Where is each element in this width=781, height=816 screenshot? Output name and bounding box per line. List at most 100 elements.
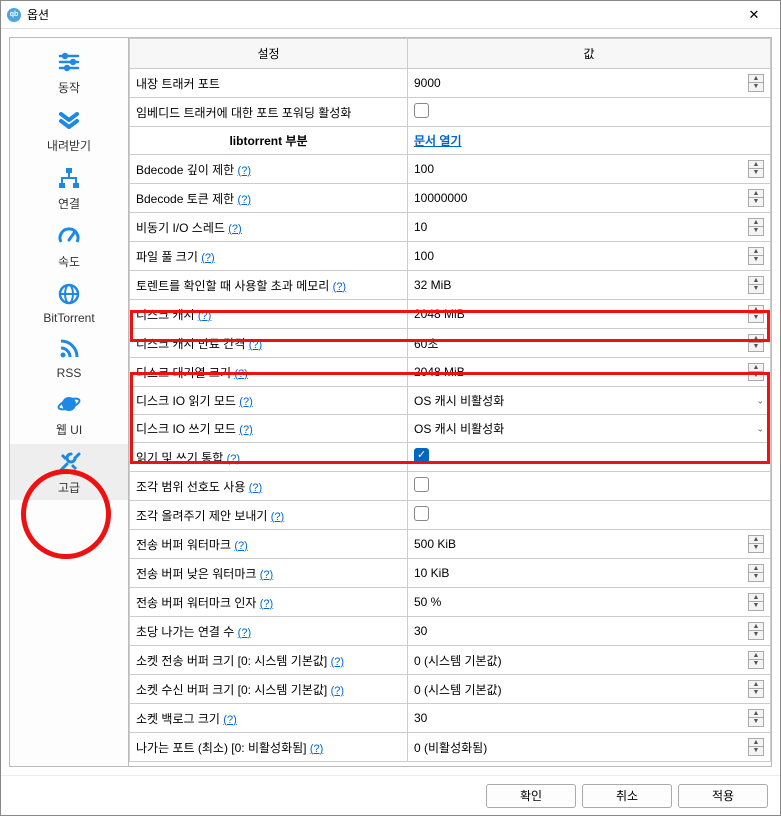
value-text[interactable]: 30 (414, 711, 427, 725)
help-link[interactable]: (?) (239, 424, 252, 436)
spinner-buttons[interactable]: ▲▼ (748, 535, 764, 553)
help-link[interactable]: (?) (201, 252, 214, 264)
help-link[interactable]: (?) (260, 598, 273, 610)
value-text[interactable]: 9000 (414, 76, 441, 90)
help-link[interactable]: (?) (333, 281, 346, 293)
setting-label: 전송 버퍼 워터마크 인자 (?) (130, 588, 408, 617)
value-text[interactable]: 60초 (414, 335, 438, 352)
spinner-buttons[interactable]: ▲▼ (748, 74, 764, 92)
sidebar-item-bittorrent[interactable]: BitTorrent (10, 276, 128, 329)
spinner-buttons[interactable]: ▲▼ (748, 276, 764, 294)
help-link[interactable]: (?) (228, 223, 241, 235)
help-link[interactable]: (?) (239, 396, 252, 408)
help-link[interactable]: (?) (271, 511, 284, 523)
setting-label: 토렌트를 확인할 때 사용할 초과 메모리 (?) (130, 271, 408, 300)
close-icon[interactable]: ✕ (734, 7, 774, 23)
help-link[interactable]: (?) (310, 743, 323, 755)
spinner-buttons[interactable]: ▲▼ (748, 709, 764, 727)
help-link[interactable]: (?) (249, 482, 262, 494)
checkbox[interactable] (414, 103, 429, 118)
sidebar-item-advanced[interactable]: 고급 (10, 444, 128, 500)
spinner-buttons[interactable]: ▲▼ (748, 622, 764, 640)
setting-label: 파일 풀 크기 (?) (130, 242, 408, 271)
help-link[interactable]: (?) (234, 540, 247, 552)
spinner-buttons[interactable]: ▲▼ (748, 564, 764, 582)
ok-button[interactable]: 확인 (486, 784, 576, 808)
help-link[interactable]: (?) (238, 165, 251, 177)
spinner-buttons[interactable]: ▲▼ (748, 680, 764, 698)
setting-value: 30 ▲▼ (408, 617, 771, 646)
sidebar-item-speed[interactable]: 속도 (10, 218, 128, 274)
sidebar: 동작 내려받기 연결 속도 BitTorrent RSS (9, 37, 129, 767)
sidebar-item-webui[interactable]: 웹 UI (10, 386, 128, 442)
select-value[interactable]: OS 캐시 비활성화 (414, 422, 504, 436)
settings-table: 설정 값 내장 트래커 포트9000▲▼임베디드 트래커에 대한 포트 포워딩 … (129, 38, 771, 762)
spinner-buttons[interactable]: ▲▼ (748, 305, 764, 323)
sidebar-item-downloads[interactable]: 내려받기 (10, 102, 128, 158)
sidebar-item-label: 내려받기 (47, 139, 91, 153)
spinner-buttons[interactable]: ▲▼ (748, 363, 764, 381)
sidebar-item-label: RSS (57, 366, 82, 380)
sidebar-item-behavior[interactable]: 동작 (10, 44, 128, 100)
chevron-down-icon[interactable]: ⌄ (756, 395, 764, 406)
value-text[interactable]: 2048 MiB (414, 307, 465, 321)
table-row: 전송 버퍼 낮은 워터마크 (?) 10 KiB ▲▼ (130, 559, 771, 588)
titlebar: 옵션 ✕ (1, 1, 780, 29)
value-text[interactable]: 0 (비활성화됨) (414, 739, 487, 756)
spinner-buttons[interactable]: ▲▼ (748, 189, 764, 207)
table-row: 내장 트래커 포트9000▲▼ (130, 69, 771, 98)
chevron-down-icon[interactable]: ⌄ (756, 423, 764, 434)
value-text[interactable]: 10000000 (414, 191, 467, 205)
sidebar-item-connection[interactable]: 연결 (10, 160, 128, 216)
value-text[interactable]: 0 (시스템 기본값) (414, 652, 502, 669)
value-text[interactable]: 100 (414, 249, 434, 263)
setting-value (408, 472, 771, 501)
help-link[interactable]: (?) (238, 194, 251, 206)
table-row: 디스크 대기열 크기 (?)2048 MiB▲▼ (130, 358, 771, 387)
setting-value (408, 501, 771, 530)
setting-label: 전송 버퍼 낮은 워터마크 (?) (130, 559, 408, 588)
help-link[interactable]: (?) (234, 368, 247, 380)
help-link[interactable]: (?) (227, 453, 240, 465)
checkbox[interactable] (414, 506, 429, 521)
help-link[interactable]: (?) (223, 714, 236, 726)
value-text[interactable]: 0 (시스템 기본값) (414, 681, 502, 698)
value-text[interactable]: 50 % (414, 595, 441, 609)
spinner-buttons[interactable]: ▲▼ (748, 738, 764, 756)
help-link[interactable]: (?) (238, 627, 251, 639)
setting-value: 9000 ▲▼ (408, 69, 771, 98)
spinner-buttons[interactable]: ▲▼ (748, 651, 764, 669)
help-link[interactable]: (?) (331, 685, 344, 697)
sidebar-item-rss[interactable]: RSS (10, 331, 128, 384)
help-link[interactable]: (?) (198, 310, 211, 322)
value-text[interactable]: 2048 MiB (414, 365, 465, 379)
setting-value (408, 443, 771, 472)
help-link[interactable]: (?) (249, 339, 262, 351)
sidebar-item-label: 고급 (58, 481, 80, 495)
table-row: 디스크 캐시 만료 간격 (?)60초▲▼ (130, 329, 771, 358)
checkbox[interactable] (414, 477, 429, 492)
value-text[interactable]: 30 (414, 624, 427, 638)
doc-link[interactable]: 문서 열기 (414, 134, 462, 148)
cancel-button[interactable]: 취소 (582, 784, 672, 808)
help-link[interactable]: (?) (260, 569, 273, 581)
table-row: 전송 버퍼 워터마크 (?)500 KiB▲▼ (130, 530, 771, 559)
spinner-buttons[interactable]: ▲▼ (748, 247, 764, 265)
apply-button[interactable]: 적용 (678, 784, 768, 808)
checkbox[interactable] (414, 448, 429, 463)
value-text[interactable]: 32 MiB (414, 278, 451, 292)
table-row: 읽기 및 쓰기 통합 (?) (130, 443, 771, 472)
value-text[interactable]: 10 (414, 220, 427, 234)
help-link[interactable]: (?) (331, 656, 344, 668)
value-text[interactable]: 100 (414, 162, 434, 176)
spinner-buttons[interactable]: ▲▼ (748, 593, 764, 611)
spinner-buttons[interactable]: ▲▼ (748, 160, 764, 178)
spinner-buttons[interactable]: ▲▼ (748, 218, 764, 236)
col-header-setting: 설정 (130, 39, 408, 69)
table-row: 소켓 수신 버퍼 크기 [0: 시스템 기본값] (?)0 (시스템 기본값)▲… (130, 675, 771, 704)
spinner-buttons[interactable]: ▲▼ (748, 334, 764, 352)
sidebar-item-label: 속도 (58, 255, 80, 269)
value-text[interactable]: 10 KiB (414, 566, 449, 580)
value-text[interactable]: 500 KiB (414, 537, 456, 551)
select-value[interactable]: OS 캐시 비활성화 (414, 394, 504, 408)
